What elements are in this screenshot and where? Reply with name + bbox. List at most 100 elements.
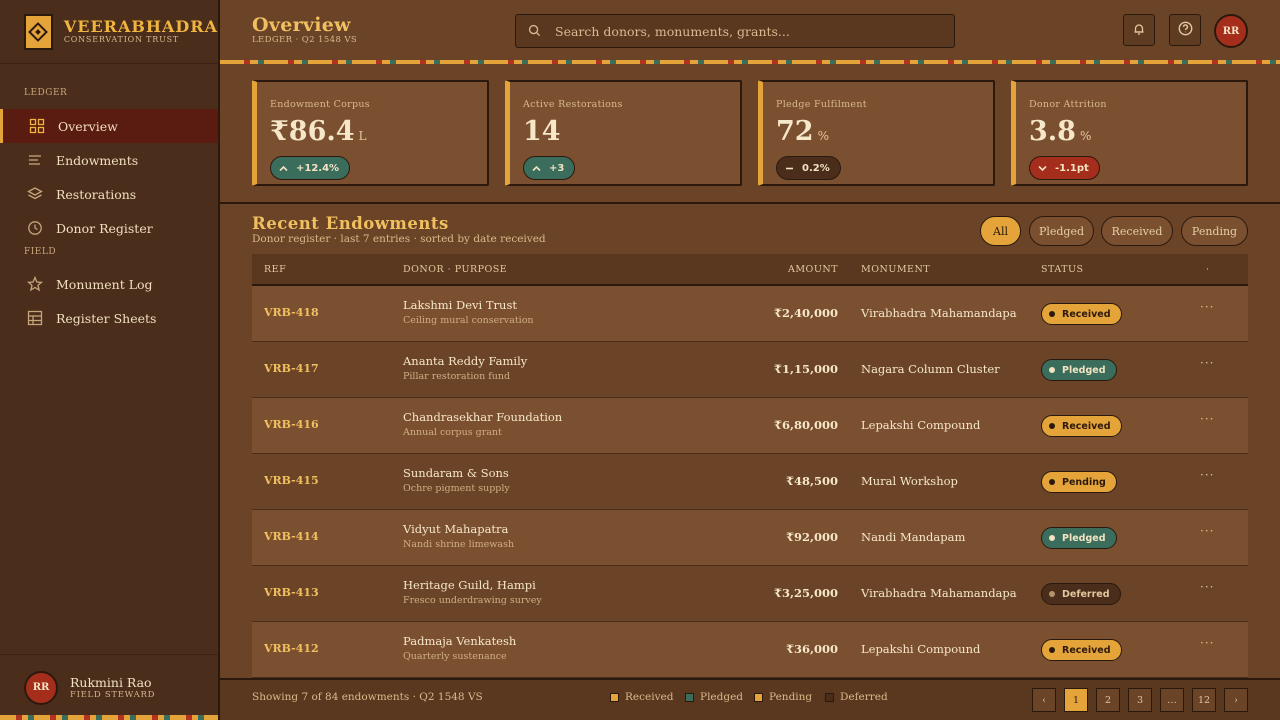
status-dot	[1049, 367, 1055, 373]
status-badge: Received	[1041, 639, 1122, 661]
layers-icon	[26, 185, 44, 203]
sidebar-item-donor-register[interactable]: Donor Register	[0, 211, 218, 245]
stat-card-active-restorations[interactable]: Active Restorations 14 +3	[505, 80, 742, 186]
column-actions: ·	[1206, 264, 1210, 275]
pagination-page-3[interactable]: 3	[1128, 688, 1152, 712]
status-badge: Pledged	[1041, 359, 1117, 381]
column-monument[interactable]: MONUMENT	[861, 264, 930, 275]
stat-label: Pledge Fulfilment	[776, 99, 867, 110]
brand-subtitle: CONSERVATION TRUST	[63, 35, 180, 44]
table-icon	[26, 309, 44, 327]
row-amount: ₹2,40,000	[773, 306, 838, 320]
row-more-icon[interactable]: ···	[1200, 356, 1214, 370]
row-monument: Nagara Column Cluster	[861, 362, 1000, 376]
row-ref[interactable]: VRB-418	[264, 306, 319, 319]
sidebar-item-restorations[interactable]: Restorations	[0, 177, 218, 211]
pagination-page-12[interactable]: 12	[1192, 688, 1216, 712]
sidebar-item-register-sheets[interactable]: Register Sheets	[0, 301, 218, 335]
table-row[interactable]: VRB-412 Padmaja Venkatesh Quarterly susten…	[252, 622, 1248, 678]
help-icon	[1178, 21, 1193, 40]
search-icon	[528, 22, 541, 41]
column-status[interactable]: STATUS	[1041, 264, 1084, 275]
sidebar-item-label: Monument Log	[56, 276, 153, 292]
status-dot	[1049, 311, 1055, 317]
table-row[interactable]: VRB-416 Chandrasekhar Foundation Annual co…	[252, 398, 1248, 454]
stat-delta: +3	[523, 156, 576, 180]
column-ref[interactable]: REF	[264, 264, 286, 275]
stat-delta: 0.2%	[776, 156, 841, 180]
pagination-page-1[interactable]: 1	[1064, 688, 1088, 712]
status-badge: Pending	[1041, 471, 1117, 493]
legend-swatch	[610, 692, 619, 702]
filter-pending[interactable]: Pending	[1181, 216, 1248, 246]
avatar: RR	[24, 670, 58, 705]
row-donor: Chandrasekhar Foundation	[403, 410, 563, 424]
row-donor: Sundaram & Sons	[403, 466, 509, 480]
pagination-ellipsis: …	[1160, 688, 1184, 712]
table-row[interactable]: VRB-415 Sundaram & Sons Ochre pigment supp…	[252, 454, 1248, 510]
user-profile[interactable]: RR Rukmini Rao FIELD STEWARD	[0, 654, 218, 720]
page-subtitle: LEDGER · Q2 1548 VS	[252, 35, 358, 45]
sidebar-item-monument-log[interactable]: Monument Log	[0, 267, 218, 301]
row-purpose: Ceiling mural conservation	[403, 315, 534, 326]
stat-card-endowment-corpus[interactable]: Endowment Corpus ₹86.4 L +12.4%	[252, 80, 489, 186]
search-bar[interactable]	[515, 14, 955, 48]
brand[interactable]: VEERABHADRA CONSERVATION TRUST	[0, 0, 218, 64]
row-ref[interactable]: VRB-414	[264, 530, 319, 543]
row-amount: ₹3,25,000	[773, 586, 838, 600]
footer: Showing 7 of 84 endowments · Q2 1548 VS …	[220, 678, 1280, 720]
row-amount: ₹1,15,000	[773, 362, 838, 376]
row-monument: Lepakshi Compound	[861, 642, 981, 656]
table-row[interactable]: VRB-413 Heritage Guild, Hampi Fresco under…	[252, 566, 1248, 622]
sidebar-item-endowments[interactable]: Endowments	[0, 143, 218, 177]
pagination-page-2[interactable]: 2	[1096, 688, 1120, 712]
pagination-next[interactable]: ›	[1224, 688, 1248, 712]
row-more-icon[interactable]: ···	[1200, 580, 1214, 594]
row-ref[interactable]: VRB-417	[264, 362, 319, 375]
filter-received[interactable]: Received	[1101, 216, 1173, 246]
star-icon	[26, 275, 44, 293]
row-more-icon[interactable]: ···	[1200, 412, 1214, 426]
filter-all[interactable]: All	[980, 216, 1021, 246]
row-monument: Lepakshi Compound	[861, 418, 981, 432]
stat-card-pledge-fulfilment[interactable]: Pledge Fulfilment 72% 0.2%	[758, 80, 995, 186]
section-title: Recent Endowments	[252, 214, 449, 233]
legend-received: Received	[610, 691, 673, 703]
stat-value: 14	[523, 116, 561, 147]
column-amount[interactable]: AMOUNT	[788, 264, 838, 275]
table-row[interactable]: VRB-418 Lakshmi Devi Trust Ceiling mural c…	[252, 286, 1248, 342]
search-input[interactable]	[555, 23, 935, 39]
header-avatar[interactable]: RR	[1214, 14, 1248, 48]
notifications-button[interactable]	[1123, 14, 1155, 46]
row-more-icon[interactable]: ···	[1200, 524, 1214, 538]
stat-card-donor-attrition[interactable]: Donor Attrition 3.8% -1.1pt	[1011, 80, 1248, 186]
sidebar-item-overview[interactable]: Overview	[0, 109, 218, 143]
page-title: Overview	[252, 14, 351, 36]
table-row[interactable]: VRB-417 Ananta Reddy Family Pillar restora…	[252, 342, 1248, 398]
row-more-icon[interactable]: ···	[1200, 636, 1214, 650]
sidebar-item-label: Register Sheets	[56, 310, 157, 326]
row-more-icon[interactable]: ···	[1200, 300, 1214, 314]
filter-pledged[interactable]: Pledged	[1029, 216, 1094, 246]
table-row[interactable]: VRB-414 Vidyut Mahapatra Nandi shrine lime…	[252, 510, 1248, 566]
column-donor[interactable]: DONOR · PURPOSE	[403, 264, 507, 275]
row-more-icon[interactable]: ···	[1200, 468, 1214, 482]
row-purpose: Ochre pigment supply	[403, 483, 510, 494]
stat-label: Active Restorations	[523, 99, 623, 110]
status-dot	[1049, 647, 1055, 653]
status-dot	[1049, 591, 1055, 597]
sidebar: VEERABHADRA CONSERVATION TRUST LEDGER Ov…	[0, 0, 220, 720]
row-ref[interactable]: VRB-413	[264, 586, 319, 599]
row-purpose: Fresco underdrawing survey	[403, 595, 542, 606]
row-ref[interactable]: VRB-416	[264, 418, 319, 431]
row-amount: ₹6,80,000	[773, 418, 838, 432]
help-button[interactable]	[1169, 14, 1201, 46]
row-ref[interactable]: VRB-415	[264, 474, 319, 487]
row-ref[interactable]: VRB-412	[264, 642, 319, 655]
dash-icon	[786, 167, 793, 169]
nav-section-ledger: LEDGER	[24, 88, 68, 98]
sidebar-trim	[0, 715, 218, 720]
chevron-down-icon	[1038, 165, 1047, 171]
pagination-summary: Showing 7 of 84 endowments · Q2 1548 VS	[252, 691, 483, 703]
pagination-prev[interactable]: ‹	[1032, 688, 1056, 712]
